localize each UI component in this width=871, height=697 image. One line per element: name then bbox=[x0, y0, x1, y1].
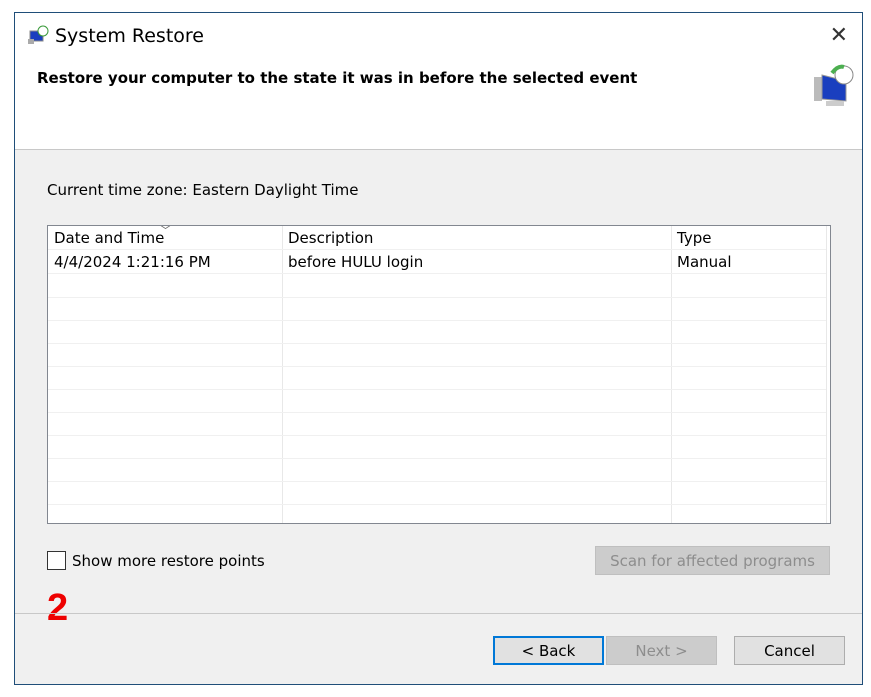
timezone-label: Current time zone: Eastern Daylight Time bbox=[47, 181, 359, 199]
cancel-button[interactable]: Cancel bbox=[734, 636, 845, 665]
annotation-number: 2 bbox=[47, 587, 69, 629]
empty-row bbox=[48, 320, 826, 344]
date-cell: 4/4/2024 1:21:16 PM bbox=[54, 253, 211, 271]
checkbox[interactable] bbox=[47, 551, 66, 570]
empty-row bbox=[48, 412, 826, 436]
empty-row bbox=[48, 366, 826, 390]
divider bbox=[15, 613, 862, 614]
back-button[interactable]: < Back bbox=[493, 636, 604, 665]
restore-points-list[interactable]: Date and Time ﹀ Description Type 4/4/202… bbox=[47, 225, 831, 524]
system-restore-icon bbox=[28, 25, 49, 44]
type-cell: Manual bbox=[677, 253, 732, 271]
next-button[interactable]: Next > bbox=[606, 636, 717, 665]
system-restore-window: System Restore ✕ Restore your computer t… bbox=[14, 12, 863, 685]
header: System Restore ✕ Restore your computer t… bbox=[15, 13, 862, 150]
window-title: System Restore bbox=[55, 25, 204, 47]
show-more-checkbox[interactable]: Show more restore points bbox=[47, 551, 265, 570]
empty-row bbox=[48, 389, 826, 413]
show-more-label: Show more restore points bbox=[72, 551, 265, 570]
restore-computer-icon bbox=[814, 64, 854, 106]
table-row[interactable]: 4/4/2024 1:21:16 PM before HULU login Ma… bbox=[48, 250, 826, 274]
scan-affected-programs-button[interactable]: Scan for affected programs bbox=[595, 546, 830, 575]
sort-chevron-icon: ﹀ bbox=[160, 225, 171, 237]
close-icon[interactable]: ✕ bbox=[830, 23, 848, 48]
description-cell: before HULU login bbox=[288, 253, 424, 271]
empty-row bbox=[48, 458, 826, 482]
column-header-row: Date and Time ﹀ Description Type bbox=[48, 226, 826, 250]
column-date-time[interactable]: Date and Time bbox=[54, 229, 164, 247]
column-description[interactable]: Description bbox=[288, 229, 373, 247]
page-heading: Restore your computer to the state it wa… bbox=[37, 69, 638, 87]
empty-row bbox=[48, 481, 826, 505]
column-type[interactable]: Type bbox=[677, 229, 711, 247]
empty-row bbox=[48, 343, 826, 367]
empty-row bbox=[48, 274, 826, 298]
empty-row bbox=[48, 435, 826, 459]
empty-row bbox=[48, 297, 826, 321]
empty-row bbox=[48, 504, 826, 523]
